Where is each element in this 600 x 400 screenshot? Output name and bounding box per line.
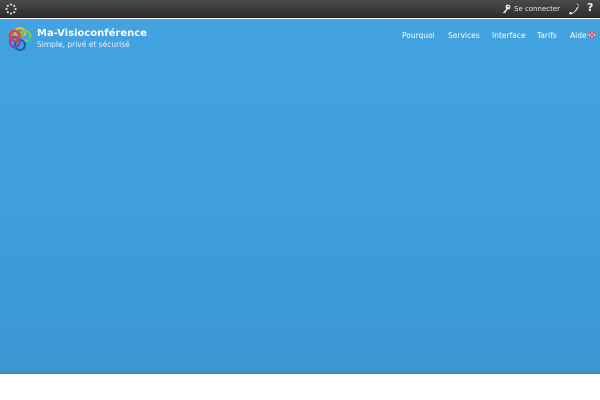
phone-icon[interactable] [569,3,579,15]
nav-item-interface[interactable]: Interface [492,30,526,42]
login-label: Se connecter [514,5,561,13]
loading-spinner-icon [5,3,17,15]
key-icon [503,4,511,14]
hero-bottom-shadow [0,371,600,374]
nav-item-pourquoi[interactable]: Pourquoi [402,30,435,42]
uk-flag-icon [587,32,596,38]
top-bar: Se connecter ? [0,0,600,18]
hero-banner: Ma-Visioconférence Simple, privé et sécu… [0,19,600,374]
nav-item-aide-label: Aide [570,31,587,40]
nav-item-tarifs[interactable]: Tarifs [537,30,557,42]
nav-item-aide[interactable]: Aide [570,30,596,42]
login-link[interactable]: Se connecter [502,3,560,15]
help-button[interactable]: ? [587,1,593,15]
main-nav: Pourquoi Services Interface Tarifs Aide [0,30,600,42]
nav-item-services[interactable]: Services [448,30,480,42]
